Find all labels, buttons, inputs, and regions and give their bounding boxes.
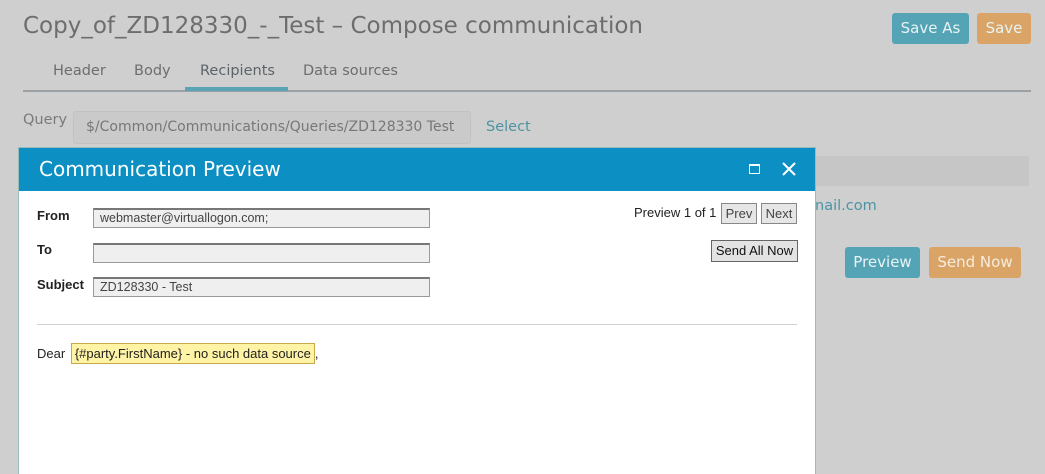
tab-bar: Header Body Recipients Data sources bbox=[23, 58, 1031, 92]
communication-preview-dialog: Communication Preview From webmaster@vir… bbox=[18, 147, 816, 474]
to-field[interactable] bbox=[93, 243, 430, 263]
prev-button[interactable]: Prev bbox=[721, 203, 757, 224]
save-button[interactable]: Save bbox=[977, 13, 1031, 44]
active-tab-indicator bbox=[185, 87, 288, 91]
recipients-header-row bbox=[815, 156, 1029, 186]
tab-data-sources[interactable]: Data sources bbox=[303, 63, 398, 79]
subject-field[interactable]: ZD128330 - Test bbox=[93, 277, 430, 297]
query-label: Query bbox=[23, 112, 68, 128]
preview-counter: Preview 1 of 1 bbox=[634, 205, 717, 220]
dialog-header: Communication Preview bbox=[19, 148, 815, 191]
merge-field-error: {#party.FirstName} - no such data source bbox=[70, 343, 315, 364]
body-trailing: , bbox=[314, 346, 319, 361]
page-title: Copy_of_ZD128330_-_Test – Compose commun… bbox=[23, 13, 644, 39]
query-input[interactable]: $/Common/Communications/Queries/ZD128330… bbox=[73, 111, 471, 144]
tab-recipients[interactable]: Recipients bbox=[200, 63, 275, 79]
save-as-button[interactable]: Save As bbox=[892, 13, 969, 44]
send-all-now-button[interactable]: Send All Now bbox=[711, 240, 798, 262]
from-label: From bbox=[37, 208, 70, 223]
message-body: Dear {#party.FirstName} - no such data s… bbox=[37, 343, 318, 364]
divider bbox=[37, 324, 797, 325]
maximize-icon[interactable] bbox=[749, 164, 760, 174]
send-now-button[interactable]: Send Now bbox=[929, 247, 1021, 278]
body-greeting: Dear bbox=[37, 346, 66, 361]
subject-label: Subject bbox=[37, 277, 84, 292]
close-icon[interactable] bbox=[779, 159, 799, 179]
tab-body[interactable]: Body bbox=[134, 63, 171, 79]
from-field[interactable]: webmaster@virtuallogon.com; bbox=[93, 208, 430, 228]
dialog-title: Communication Preview bbox=[39, 157, 281, 181]
tab-header[interactable]: Header bbox=[53, 63, 106, 79]
next-button[interactable]: Next bbox=[761, 203, 797, 224]
recipient-email-link[interactable]: nail.com bbox=[815, 198, 877, 214]
to-label: To bbox=[37, 242, 52, 257]
preview-button[interactable]: Preview bbox=[845, 247, 920, 278]
query-select-link[interactable]: Select bbox=[486, 119, 531, 135]
